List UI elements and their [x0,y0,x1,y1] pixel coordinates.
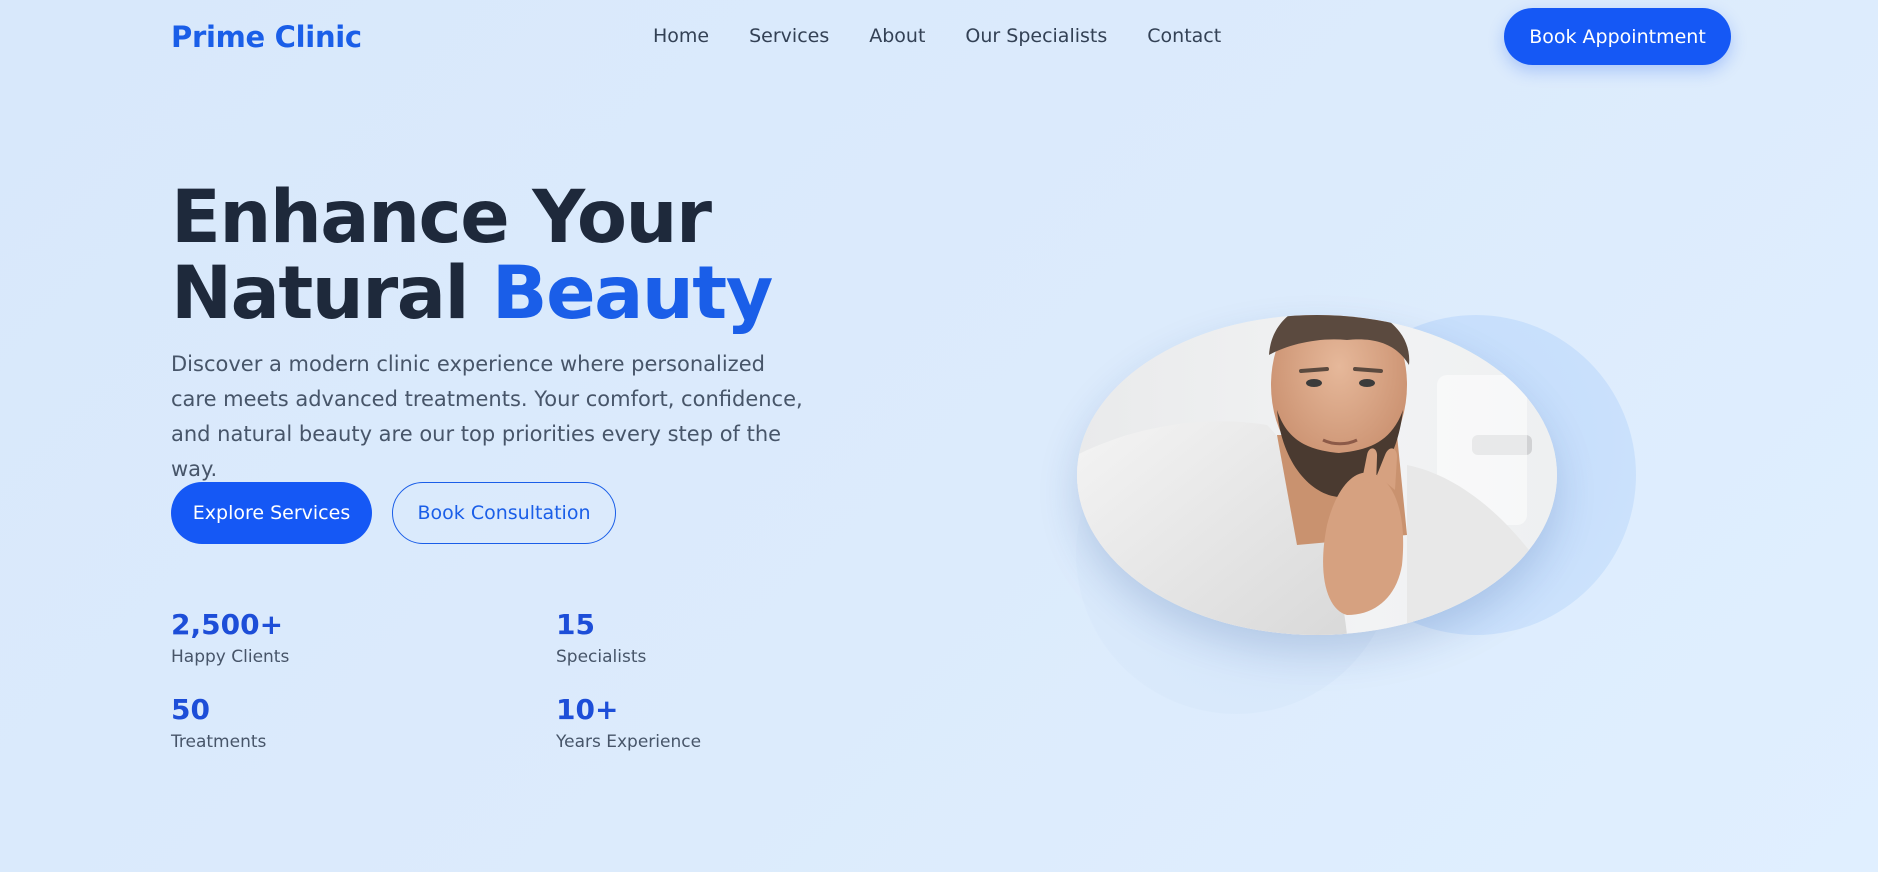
stat-happy-clients: 2,500+ Happy Clients [171,608,290,668]
stat-value: 10+ [556,693,619,726]
stat-label: Specialists [556,647,647,667]
nav-contact[interactable]: Contact [1147,25,1221,47]
nav-services[interactable]: Services [749,25,829,47]
hero-photo-illustration [1077,315,1557,635]
site-header: Prime Clinic Home Services About Our Spe… [0,0,1878,76]
stat-value: 2,500+ [171,608,284,641]
hero-title-accent: Beauty [491,251,773,336]
nav-home[interactable]: Home [653,25,709,47]
nav-our-specialists[interactable]: Our Specialists [965,25,1107,47]
stat-treatments: 50 Treatments [171,693,267,753]
hero-title-line2: Natural [171,251,492,336]
book-appointment-button[interactable]: Book Appointment [1504,8,1731,65]
stat-label: Happy Clients [171,647,290,667]
book-consultation-button[interactable]: Book Consultation [392,482,616,544]
explore-services-button[interactable]: Explore Services [171,482,372,544]
stat-specialists: 15 Specialists [556,608,647,668]
nav-about[interactable]: About [869,25,925,47]
main-nav: Home Services About Our Specialists Cont… [653,25,1221,47]
hero-title: Enhance Your Natural Beauty [171,180,773,332]
hero-photo [1077,315,1557,635]
stat-years-experience: 10+ Years Experience [556,693,702,753]
hero-title-line1: Enhance Your [171,175,712,260]
stat-label: Years Experience [556,732,702,752]
stat-label: Treatments [171,732,267,752]
logo[interactable]: Prime Clinic [171,20,362,54]
stat-value: 15 [556,608,595,641]
hero-description: Discover a modern clinic experience wher… [171,352,803,481]
stat-value: 50 [171,693,210,726]
